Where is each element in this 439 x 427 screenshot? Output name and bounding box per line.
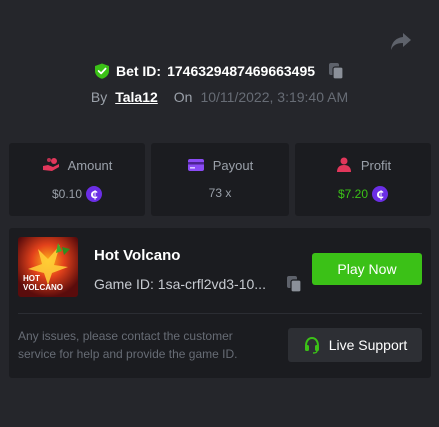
copy-bet-id-icon[interactable] <box>327 62 345 80</box>
bet-datetime: 10/11/2022, 3:19:40 AM <box>200 89 349 105</box>
payout-label: Payout <box>212 157 254 173</box>
currency-coin-icon: ₵ <box>372 186 389 202</box>
thumb-title-line-2: VOLCANO <box>23 283 63 292</box>
headset-icon <box>303 336 321 354</box>
profit-person-icon <box>335 157 353 173</box>
game-id-value: 1sa-crfl2vd3-10... <box>157 276 266 292</box>
divider <box>18 313 422 314</box>
game-thumbnail[interactable]: HOT VOLCANO <box>18 237 78 297</box>
payout-card-icon <box>187 157 205 173</box>
by-label: By <box>90 89 108 105</box>
amount-card: Amount $0.10 ₵ <box>9 143 145 216</box>
amount-label: Amount <box>67 157 113 173</box>
profit-value: $7.20 <box>337 187 369 201</box>
amount-value: $0.10 <box>51 187 83 201</box>
game-card: HOT VOLCANO Hot Volcano Game ID: 1sa-crf… <box>9 228 431 378</box>
copy-game-id-icon[interactable] <box>285 275 303 293</box>
username-link[interactable]: Tala12 <box>115 89 158 105</box>
currency-coin-icon: ₵ <box>86 186 103 202</box>
live-support-button[interactable]: Live Support <box>288 328 422 362</box>
bet-author-row: By Tala12 On 10/11/2022, 3:19:40 AM <box>0 87 439 107</box>
coins-hand-icon <box>42 157 60 173</box>
thumb-title-line-1: HOT <box>23 274 40 283</box>
profit-label: Profit <box>360 157 392 173</box>
on-label: On <box>173 89 193 105</box>
game-id-label: Game ID: <box>94 276 154 292</box>
payout-value: 73 x <box>208 186 232 200</box>
bet-id-label: Bet ID: <box>115 63 162 79</box>
verified-shield-icon <box>94 63 110 79</box>
live-support-label: Live Support <box>328 337 408 353</box>
share-button[interactable] <box>388 28 414 54</box>
payout-card: Payout 73 x <box>151 143 289 216</box>
share-icon <box>391 33 411 50</box>
game-id-row: Game ID: 1sa-crfl2vd3-10... <box>94 273 304 295</box>
support-message: Any issues, please contact the customer … <box>18 329 238 361</box>
profit-card: Profit $7.20 ₵ <box>295 143 431 216</box>
bet-id-value: 1746329487469663495 <box>167 63 316 79</box>
bet-id-row: Bet ID: 1746329487469663495 <box>0 60 439 82</box>
game-title: Hot Volcano <box>94 247 181 264</box>
play-now-button[interactable]: Play Now <box>312 253 422 285</box>
